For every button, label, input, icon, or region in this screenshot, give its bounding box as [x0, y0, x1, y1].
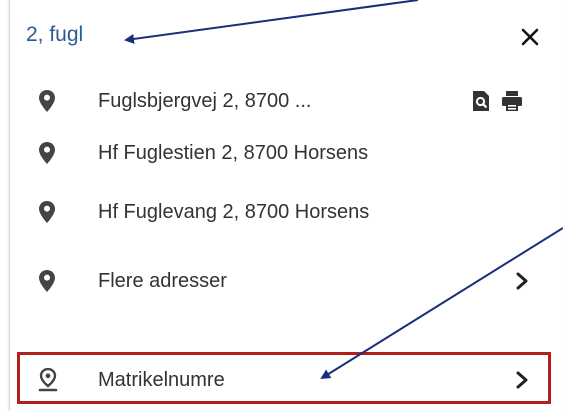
search-bar — [10, 12, 562, 62]
result-label: Hf Fuglestien 2, 8700 Horsens — [98, 142, 369, 164]
close-icon — [521, 28, 539, 46]
result-item-hf-fuglevang[interactable]: Hf Fuglevang 2, 8700 Horsens — [10, 183, 562, 241]
result-label: Hf Fuglevang 2, 8700 Horsens — [98, 201, 370, 223]
location-pin-icon — [39, 270, 55, 292]
result-item-hf-fuglestien[interactable]: Hf Fuglestien 2, 8700 Horsens — [10, 124, 562, 182]
search-input[interactable] — [26, 17, 486, 53]
result-item-fuglsbjergvej[interactable]: Fuglsbjergvej 2, 8700 ... — [10, 72, 562, 130]
result-label: Fuglsbjergvej 2, 8700 ... — [98, 90, 312, 112]
address-search-panel: Fuglsbjergvej 2, 8700 ... Hf Fuglestien … — [9, 0, 562, 411]
chevron-right-icon — [516, 371, 528, 389]
print-icon[interactable] — [501, 90, 523, 112]
location-pin-icon — [39, 142, 55, 164]
cadastral-numbers-item[interactable]: Matrikelnumre — [10, 351, 562, 409]
location-pin-icon — [39, 201, 55, 223]
more-addresses-label: Flere adresser — [98, 270, 227, 292]
close-button[interactable] — [510, 19, 550, 55]
location-pin-icon — [39, 90, 55, 112]
parcel-pin-icon — [38, 368, 58, 392]
cadastral-numbers-label: Matrikelnumre — [98, 369, 225, 391]
chevron-right-icon — [516, 272, 528, 290]
document-search-icon[interactable] — [471, 90, 491, 112]
more-addresses-item[interactable]: Flere adresser — [10, 252, 562, 310]
